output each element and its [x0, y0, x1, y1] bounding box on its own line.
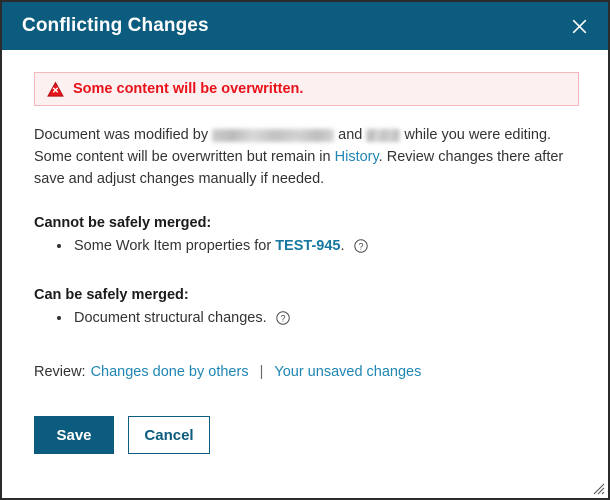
status-banner-warning: Some content will be overwritten.	[34, 72, 579, 106]
description-text-2: and	[334, 127, 367, 143]
close-icon[interactable]	[566, 13, 592, 39]
cannot-merge-list: Some Work Item properties for TEST-945. …	[34, 233, 580, 262]
item-text-before: Document structural changes.	[74, 310, 267, 326]
review-unsaved-link[interactable]: Your unsaved changes	[274, 364, 421, 380]
page-title: Conflicting Changes	[22, 15, 209, 36]
help-circle-icon[interactable]: ?	[353, 236, 368, 262]
section-heading-cannot-merge: Cannot be safely merged:	[34, 215, 212, 231]
review-others-link[interactable]: Changes done by others	[91, 364, 249, 380]
help-circle-icon[interactable]: ?	[275, 308, 290, 334]
review-row: Review: Changes done by others | Your un…	[34, 364, 580, 380]
work-item-link[interactable]: TEST-945	[275, 238, 340, 254]
description-text-3: while you were editing.	[400, 127, 552, 143]
dialog-actions: Save Cancel	[34, 416, 580, 454]
history-link[interactable]: History	[335, 149, 379, 165]
dialog-window: Conflicting Changes Some content will be…	[0, 0, 610, 500]
dialog-titlebar: Conflicting Changes	[2, 2, 608, 50]
list-item: Document structural changes. ?	[72, 305, 580, 334]
list-item: Some Work Item properties for TEST-945. …	[72, 233, 580, 262]
resize-grip[interactable]	[592, 482, 605, 495]
status-banner-text: Some content will be overwritten.	[73, 81, 304, 97]
svg-text:?: ?	[280, 313, 285, 323]
description-text-1: Document was modified by	[34, 127, 213, 143]
description-text-4: Some content will be overwritten but rem…	[34, 149, 335, 165]
svg-text:?: ?	[358, 241, 363, 251]
item-text-before: Some Work Item properties for	[74, 238, 276, 254]
review-separator: |	[259, 364, 264, 380]
redacted-username-1	[212, 129, 335, 142]
redacted-username-2	[366, 129, 401, 142]
dialog-body: Some content will be overwritten. Docume…	[2, 50, 608, 498]
warning-triangle-icon	[47, 80, 64, 97]
review-label: Review:	[34, 364, 86, 380]
conflict-description: Document was modified by and while you w…	[34, 124, 584, 190]
cancel-button[interactable]: Cancel	[128, 416, 210, 454]
item-text-after: .	[340, 238, 345, 254]
section-heading-can-merge: Can be safely merged:	[34, 287, 189, 303]
can-merge-list: Document structural changes. ?	[34, 305, 580, 334]
save-button[interactable]: Save	[34, 416, 114, 454]
